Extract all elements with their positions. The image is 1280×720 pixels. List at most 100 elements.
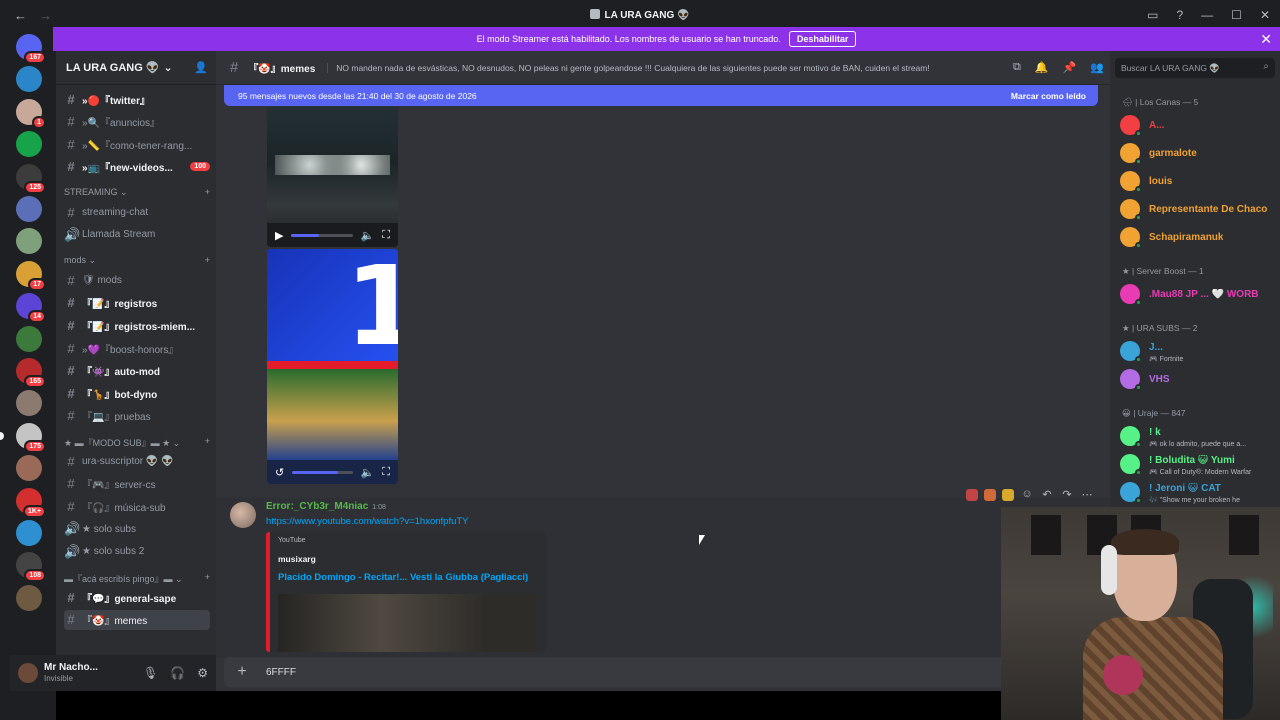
server-icon[interactable]: 125 [16,163,46,194]
channel-topic[interactable]: NO manden nada de esvásticas, NO desnudo… [327,62,947,73]
server-icon[interactable] [16,455,42,482]
channel-item[interactable]: # 『🤡』memes [64,609,210,630]
member-item[interactable]: Representante De Chaco [1120,196,1276,222]
member-item[interactable]: VHS [1120,366,1276,392]
server-icon[interactable] [16,584,42,611]
server-icon[interactable]: 165 [16,358,46,388]
server-icon[interactable]: 17 [16,260,46,291]
play-icon[interactable]: ▶ [275,229,283,242]
add-channel-icon[interactable]: + [205,187,210,198]
reaction-emoji-icon[interactable] [1002,489,1014,501]
close-window-button[interactable]: ✕ [1260,8,1270,22]
member-item[interactable]: Schapiramanuk [1120,224,1276,250]
add-channel-icon[interactable]: + [205,572,210,585]
channel-item[interactable]: # 🛡 mods [64,270,210,290]
member-item[interactable]: ! Jeroni 😺 CAT 🎶 "Show me your broken he [1120,479,1276,505]
server-icon[interactable] [16,520,42,546]
add-reaction-icon[interactable]: ☺ [1020,488,1034,502]
server-icon[interactable] [16,66,42,93]
mark-read-button[interactable]: Marcar como leído [1011,91,1086,101]
video-progress-bar[interactable] [292,470,353,474]
video-attachment[interactable]: 1 ↺ 🔈 ⛶ [267,249,398,484]
channel-item[interactable]: # 『🦒』bot-dyno [64,383,210,403]
channel-category[interactable]: STREAMING ⌄ + [64,187,210,198]
fullscreen-icon[interactable]: ⛶ [382,229,390,242]
server-icon[interactable] [16,228,42,255]
channel-item[interactable]: # 『📝』registros-miem... [64,315,210,335]
headphones-icon[interactable]: 🎧 [170,666,185,680]
channel-item[interactable]: 🔊 ★ solo subs [64,519,210,539]
reaction-emoji-icon[interactable] [966,489,978,501]
channel-item[interactable]: 🔊 ★ solo subs 2 [64,542,210,562]
message-link[interactable]: https://www.youtube.com/watch?v=1hxonfpf… [266,516,469,527]
add-channel-icon[interactable]: + [205,255,210,266]
channel-category[interactable]: mods ⌄ + [64,255,210,266]
embed-title[interactable]: Placido Domingo - Recitar!... Vesti la G… [278,572,528,583]
pin-icon[interactable]: 📌 [1063,61,1077,74]
back-arrow-icon[interactable]: ← [14,8,27,23]
video-progress-bar[interactable] [291,233,353,237]
server-icon[interactable] [16,131,42,158]
server-icon[interactable]: 1K+ [16,487,46,518]
avatar[interactable] [18,663,38,683]
server-icon[interactable]: 175 [16,422,46,453]
video-attachment[interactable]: ▶ 🔈 ⛶ [267,107,398,247]
channel-item[interactable]: # 『💻』pruebas [64,406,210,426]
new-messages-bar[interactable]: 95 mensajes nuevos desde las 21:40 del 3… [224,85,1098,106]
server-icon[interactable] [16,196,42,222]
reply-icon[interactable]: ↶ [1040,488,1054,502]
embed-thumbnail[interactable] [278,594,536,652]
inbox-icon[interactable]: ▭ [1147,8,1158,22]
channel-item[interactable]: # »📺『new-videos... 100 [64,157,210,177]
more-icon[interactable]: ⋯ [1080,488,1094,502]
channel-category[interactable]: ▬『acá escribís pingo』▬ ⌄ + [64,572,210,585]
microphone-icon[interactable]: 🎙 [143,666,158,680]
forward-icon[interactable]: ↷ [1060,488,1074,502]
volume-icon[interactable]: 🔈 [361,466,375,479]
disable-streamer-button[interactable]: Deshabilitar [788,31,857,47]
server-icon[interactable]: 14 [16,293,46,324]
server-icon[interactable]: 1 [16,98,46,129]
gear-icon[interactable]: ⚙ [197,666,208,680]
member-item[interactable]: ! Boludita 😺 Yumi 🎮 Call of Duty®: Modern… [1120,451,1276,477]
message-input[interactable]: 6FFFF [266,667,296,678]
channel-item[interactable]: # 『🎮』server-cs [64,474,210,494]
author-name[interactable]: Error:_CYb3r_M4niac [266,501,368,512]
channel-item[interactable]: # »📏『como-tener-rang... [64,134,210,154]
server-icon[interactable] [16,390,42,417]
avatar[interactable] [230,502,256,528]
message-author[interactable]: Error:_CYb3r_M4niac 1:08 [266,501,386,512]
channel-item[interactable]: # »🔴『twitter』 [64,89,210,109]
channel-item[interactable]: # streaming-chat [64,202,210,222]
channel-category[interactable]: ★ ▬『MODO SUB』▬ ★ ⌄ + [64,436,210,449]
member-item[interactable]: J... 🎮 Fortnite [1120,338,1276,364]
threads-icon[interactable]: ⧉ [1013,61,1021,74]
channel-item[interactable]: # 『💬』general-sape [64,587,210,607]
fullscreen-icon[interactable]: ⛶ [382,466,390,479]
member-item[interactable]: ! k 🎮 ok lo admito, puede que a... [1120,423,1276,449]
member-item[interactable]: garmalote [1120,140,1276,166]
channel-item[interactable]: # »💜『boost-honors』 [64,338,210,358]
members-icon[interactable]: 👥 [1090,61,1104,74]
search-input[interactable]: Buscar LA URA GANG 👽 ⌕ [1115,58,1275,78]
channel-item[interactable]: # 『👾』auto-mod [64,361,210,381]
member-item[interactable]: .Mau88 JP ... 🤍 WORB [1120,281,1276,307]
add-user-icon[interactable]: 👤 [194,61,208,74]
channel-item[interactable]: 🔊 Llamada Stream [64,225,210,245]
server-icon[interactable]: 167 [16,34,46,64]
attach-plus-icon[interactable]: + [224,663,260,681]
add-channel-icon[interactable]: + [205,436,210,449]
bell-icon[interactable]: 🔔 [1035,61,1049,74]
close-banner-icon[interactable]: ✕ [1260,31,1272,48]
guild-header[interactable]: LA URA GANG 👽 ⌄ 👤 [56,51,216,85]
channel-item[interactable]: # 『📝』registros [64,293,210,313]
reaction-emoji-icon[interactable] [984,489,996,501]
maximize-button[interactable]: ☐ [1231,8,1242,22]
channel-item[interactable]: # 『🎧』música-sub [64,496,210,516]
replay-icon[interactable]: ↺ [275,466,284,479]
server-icon[interactable] [16,325,42,352]
member-item[interactable]: louis [1120,168,1276,194]
help-icon[interactable]: ? [1176,8,1183,22]
channel-item[interactable]: # ura-suscriptor 👽 👽 [64,451,210,471]
server-icon[interactable]: 108 [16,552,46,583]
